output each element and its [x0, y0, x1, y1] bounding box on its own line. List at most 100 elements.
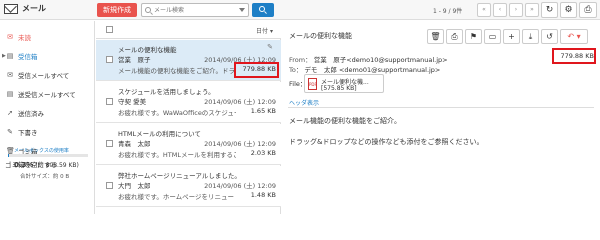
usage-label: メールボックスの使用率	[14, 148, 69, 154]
chevron-down-icon[interactable]	[239, 8, 245, 12]
message-from: 大門 太郎	[118, 182, 151, 190]
message-from: 青森 太郎	[118, 140, 151, 148]
select-all-checkbox[interactable]	[106, 26, 113, 33]
message-date: 2014/09/06 (土) 12:09	[204, 98, 276, 106]
last-page-button[interactable]: »	[525, 3, 539, 17]
search-button[interactable]	[252, 3, 274, 17]
to-label: To：	[289, 66, 303, 74]
message-subject: 弊社ホームページリニューアルしました。	[118, 172, 241, 180]
usage-text: 0.3% (約 808.59 KB)	[14, 160, 79, 169]
message-date: 2014/09/06 (土) 12:09	[204, 182, 276, 190]
sidebar-item-drafts[interactable]: ✎ 下書き	[6, 126, 38, 137]
sidebar-item-label: 送受信メールすべて	[18, 90, 76, 99]
next-page-button[interactable]: ›	[509, 3, 523, 17]
history-icon[interactable]: ↺	[541, 29, 558, 44]
highlight-box	[552, 48, 596, 64]
attachment-chip[interactable]: PDF メール便利な機... [575.85 KB]	[304, 74, 384, 93]
message-date: 2014/09/06 (土) 12:09	[204, 140, 276, 148]
refresh-icon[interactable]: ↻	[541, 2, 558, 18]
search-icon	[259, 6, 265, 12]
message-row[interactable]: スケジュールを活用しましょう。 守契 愛美 2014/09/06 (土) 12:…	[96, 82, 281, 123]
pdf-icon: PDF	[308, 78, 317, 90]
body-line: ドラッグ&ドロップなどの操作なども添付をご参照ください。	[289, 138, 484, 146]
search-input[interactable]	[154, 4, 234, 16]
pencil-icon: ✎	[7, 127, 13, 136]
reading-pane: メールの便利な機能 🗑 ⎙ ⚑ ▭ + ⤓ ↺ ↶ ▾ From： 営業 原子<…	[282, 21, 600, 214]
message-subject: メールの便利な機能	[118, 46, 177, 54]
divider	[288, 107, 594, 108]
message-list: 日付 ▾ メールの便利な機能 ✎ 営業 原子 2014/09/06 (土) 12…	[96, 21, 281, 214]
sidebar-item-unread[interactable]: ✉ 未読	[6, 31, 31, 42]
message-checkbox[interactable]	[106, 56, 113, 63]
reply-icon[interactable]: ↶ ▾	[560, 29, 588, 44]
message-from: 守契 愛美	[118, 98, 147, 106]
sidebar-item-label: 受信メールすべて	[18, 71, 70, 80]
message-row[interactable]: 弊社ホームページリニューアルしました。 大門 太郎 2014/09/06 (土)…	[96, 166, 281, 207]
attachment-size: [575.85 KB]	[321, 85, 357, 92]
message-preview: お疲れ様です。WaWaOfficeのスケジュー	[118, 109, 236, 117]
inbox-icon: ▤	[6, 89, 14, 98]
show-header-link[interactable]: ヘッダ表示	[289, 98, 319, 107]
new-mail-button[interactable]: 新規作成	[97, 3, 137, 17]
top-bar: メール 新規作成 1 - 9 / 9件 « ‹ › » ↻ ⚙ ⎙	[0, 0, 600, 20]
usage-bar-fill	[8, 154, 9, 157]
body-line: メール機能の便利な機能をご紹介。	[289, 117, 401, 125]
search-box[interactable]	[141, 3, 249, 17]
usage-percent: 0.3%	[14, 161, 34, 169]
paging-indicator: 1 - 9 / 9件	[433, 8, 463, 15]
message-preview: お疲れ様です。HTMLメールを利用するこ	[118, 151, 236, 159]
mail-icon	[4, 3, 18, 14]
sidebar-item-all-received[interactable]: ✉ 受信メールすべて	[6, 69, 69, 80]
sort-label: 日付	[256, 28, 269, 35]
search-icon	[145, 7, 151, 13]
usage-bar	[8, 154, 88, 157]
first-page-button[interactable]: «	[477, 3, 491, 17]
message-size: 1.65 KB	[250, 107, 276, 115]
sidebar-item-label: 送信済み	[18, 109, 44, 118]
message-checkbox[interactable]	[106, 182, 113, 189]
from-label: From：	[289, 56, 312, 64]
message-row[interactable]: HTMLメールの利用について 青森 太郎 2014/09/06 (土) 12:0…	[96, 124, 281, 165]
sidebar-item-label: 下書き	[18, 128, 38, 137]
sidebar-item-label: 受信箱	[18, 52, 38, 61]
paperclip-icon: ✎	[267, 43, 273, 51]
message-preview: メール機能の便利な機能をご紹介。ドラ	[118, 67, 235, 75]
message-size: 2.03 KB	[250, 149, 276, 157]
print-icon[interactable]: ⎙	[446, 29, 463, 44]
highlight-box	[234, 62, 279, 78]
sidebar-item-sent[interactable]: ➚ 送信済み	[6, 107, 44, 118]
folder-icon[interactable]: ▭	[484, 29, 501, 44]
from-value: 営業 原子<demo10@supportmanual.jp>	[313, 56, 448, 64]
trash-icon[interactable]: 🗑	[427, 29, 444, 44]
message-preview: お疲れ様です。ホームページをリニュー	[118, 193, 235, 201]
message-from: 営業 原子	[118, 56, 151, 64]
to-line: To： デモ 太郎 <demo01@supportmanual.jp>	[289, 64, 440, 74]
total-size: 合計サイズ：約 0 B	[20, 174, 70, 180]
print-icon[interactable]: ⎙	[579, 2, 597, 18]
app-logo: メール	[4, 3, 46, 14]
send-icon: ➚	[7, 108, 13, 117]
message-subject: HTMLメールの利用について	[118, 130, 201, 138]
gear-icon[interactable]: ⚙	[560, 2, 577, 18]
sort-dropdown[interactable]: 日付 ▾	[256, 26, 273, 35]
from-line: From： 営業 原子<demo10@supportmanual.jp>	[289, 54, 448, 64]
usage-of: (約 808.59 KB)	[35, 162, 79, 169]
folder-sidebar: ✉ 未読 ▶ ▤ 受信箱 ✉ 受信メールすべて ▤ 送受信メールすべて ➚ 送信…	[0, 21, 95, 214]
message-size: 1.48 KB	[250, 191, 276, 199]
sidebar-item-all-mail[interactable]: ▤ 送受信メールすべて	[6, 88, 76, 99]
message-subject: スケジュールを活用しましょう。	[118, 88, 215, 96]
sidebar-item-label: 未読	[18, 33, 31, 42]
download-icon[interactable]: ⤓	[522, 29, 539, 44]
message-title: メールの便利な機能	[289, 32, 352, 40]
mail-icon: ✉	[7, 32, 13, 41]
sidebar-item-inbox[interactable]: ▤ 受信箱	[6, 50, 38, 61]
message-checkbox[interactable]	[106, 98, 113, 105]
message-checkbox[interactable]	[106, 140, 113, 147]
mail-icon: ✉	[7, 70, 13, 79]
chevron-down-icon: ▾	[269, 28, 273, 35]
prev-page-button[interactable]: ‹	[493, 3, 507, 17]
flag-icon[interactable]: ⚑	[465, 29, 482, 44]
app-title: メール	[22, 4, 46, 13]
to-value: デモ 太郎 <demo01@supportmanual.jp>	[304, 66, 441, 74]
plus-icon[interactable]: +	[503, 29, 520, 44]
